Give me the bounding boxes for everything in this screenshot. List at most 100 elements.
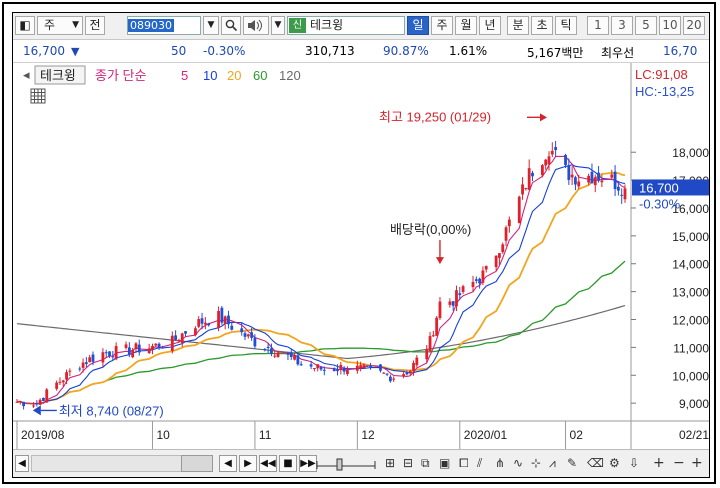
candle-body [554, 147, 558, 151]
trendline-icon[interactable]: ⫽ [477, 456, 482, 470]
export-icon[interactable]: ⇩ [629, 456, 639, 470]
zoom-in-icon[interactable]: + [653, 456, 665, 470]
candle-body [197, 319, 201, 327]
candle-body [322, 369, 326, 371]
code-dropdown-icon[interactable]: ▼ [203, 16, 219, 35]
candle-body [84, 362, 88, 365]
zigzag-icon[interactable]: ⩘ [549, 456, 556, 470]
number-button-5[interactable]: 5 [635, 16, 657, 35]
compare-icon[interactable]: ⧉ [421, 456, 430, 470]
quote-ratio2: 1.61% [449, 44, 488, 58]
period-button-3[interactable]: 년 [479, 16, 501, 35]
candle-body [266, 346, 270, 348]
erase-icon[interactable]: ⌫ [587, 456, 604, 470]
number-button-3[interactable]: 3 [611, 16, 633, 35]
candle-body [15, 401, 19, 403]
stock-code-input[interactable]: 089030 [127, 16, 201, 35]
price-chart[interactable]: 18,00017,00016,00015,00014,00013,00012,0… [13, 63, 710, 449]
cross-icon[interactable]: ⊹ [531, 456, 541, 470]
window-menu-icon[interactable]: ◧ [15, 16, 35, 35]
period-button-5[interactable]: 초 [531, 16, 553, 35]
window-icon[interactable]: ▣ [439, 456, 450, 470]
fork-icon[interactable]: ⋔ [495, 456, 505, 470]
draw-icon[interactable]: ✎ [567, 456, 577, 470]
candle-body [207, 323, 211, 326]
candle-body [342, 367, 346, 372]
scroll-left-button[interactable]: ◀ [15, 455, 29, 472]
candle-body [610, 174, 614, 178]
speaker-icon[interactable] [243, 16, 269, 35]
copy-icon[interactable]: ⧠ [459, 456, 469, 470]
candle-body [61, 380, 65, 383]
candle-body [408, 370, 412, 373]
legend-arrow-icon: ◂ [23, 67, 30, 82]
quote-change: 50 [171, 44, 187, 58]
nav-button-0[interactable]: ◀ [219, 455, 237, 472]
quote-volume: 310,713 [305, 44, 355, 58]
candle-body [504, 227, 508, 241]
legend-ma-10: 10 [203, 68, 217, 83]
candle-body [312, 368, 316, 370]
nav-button-1[interactable]: ▶ [239, 455, 257, 472]
candle-body [365, 365, 369, 367]
add-icon[interactable]: + [691, 456, 703, 470]
period-button-1[interactable]: 주 [431, 16, 453, 35]
candle-body [253, 337, 257, 347]
zoom-slider[interactable] [315, 456, 377, 471]
period-button-6[interactable]: 틱 [555, 16, 577, 35]
zoom-out-icon[interactable]: − [673, 456, 685, 470]
candle-body [544, 159, 548, 166]
ma120-line [16, 305, 626, 360]
chart-area[interactable]: 18,00017,00016,00015,00014,00013,00012,0… [13, 63, 710, 449]
candle-body [246, 334, 250, 337]
number-button-10[interactable]: 10 [659, 16, 681, 35]
candle-body [481, 270, 485, 283]
type-select[interactable]: 주 ▼ [37, 16, 83, 35]
nav-button-3[interactable]: ■ [279, 455, 297, 472]
candle-body [200, 318, 204, 324]
wave-icon[interactable]: ∿ [513, 456, 523, 470]
candle-body [339, 364, 343, 370]
number-button-1[interactable]: 1 [587, 16, 609, 35]
candle-body [194, 328, 197, 336]
candle-body [425, 349, 429, 360]
search-icon[interactable] [221, 16, 241, 35]
y-tick-label-6: 12,000 [672, 314, 709, 328]
y-tick-label-7: 11,000 [673, 341, 709, 355]
candle-body [498, 253, 501, 258]
candle-body [273, 355, 277, 357]
candle-body [289, 352, 293, 358]
scrollbar-thumb[interactable] [181, 455, 213, 472]
candle-body [616, 186, 620, 191]
chevron-down-icon: ▼ [72, 20, 79, 30]
candle-body [567, 165, 571, 180]
type-select-label: 주 [44, 18, 56, 32]
quote-bar: 16,700 ▼ 50 -0.30% 310,713 90.87% 1.61% … [13, 40, 709, 63]
y-tick-label-8: 10,000 [672, 369, 709, 383]
candle-body [127, 347, 131, 355]
candle-body [501, 244, 505, 253]
candle-body [299, 364, 303, 366]
candle-body [435, 317, 439, 336]
candle-body [478, 278, 482, 284]
scrollbar-track[interactable] [31, 455, 183, 472]
candle-body [230, 325, 234, 330]
prev-button[interactable]: 전 [85, 16, 105, 35]
layout-icon[interactable]: ⊞ [385, 456, 395, 470]
number-button-20[interactable]: 20 [683, 16, 705, 35]
period-button-0[interactable]: 일 [407, 16, 429, 35]
candle-body [438, 301, 442, 319]
high-annotation: 최고 19,250 (01/29) [379, 109, 491, 124]
candle-body [38, 399, 42, 405]
grid-icon[interactable]: ⊟ [403, 456, 413, 470]
candle-body [336, 369, 339, 372]
period-button-4[interactable]: 분 [507, 16, 529, 35]
candle-body [220, 307, 224, 323]
period-button-2[interactable]: 월 [455, 16, 477, 35]
nav-button-2[interactable]: ◀◀ [259, 455, 277, 472]
settings-icon[interactable]: ⚙ [609, 456, 620, 470]
x-tick-label-0: 2019/08 [21, 428, 65, 442]
candle-body [157, 343, 161, 348]
candle-body [577, 181, 581, 187]
speaker-dropdown-icon[interactable]: ▼ [271, 16, 285, 35]
